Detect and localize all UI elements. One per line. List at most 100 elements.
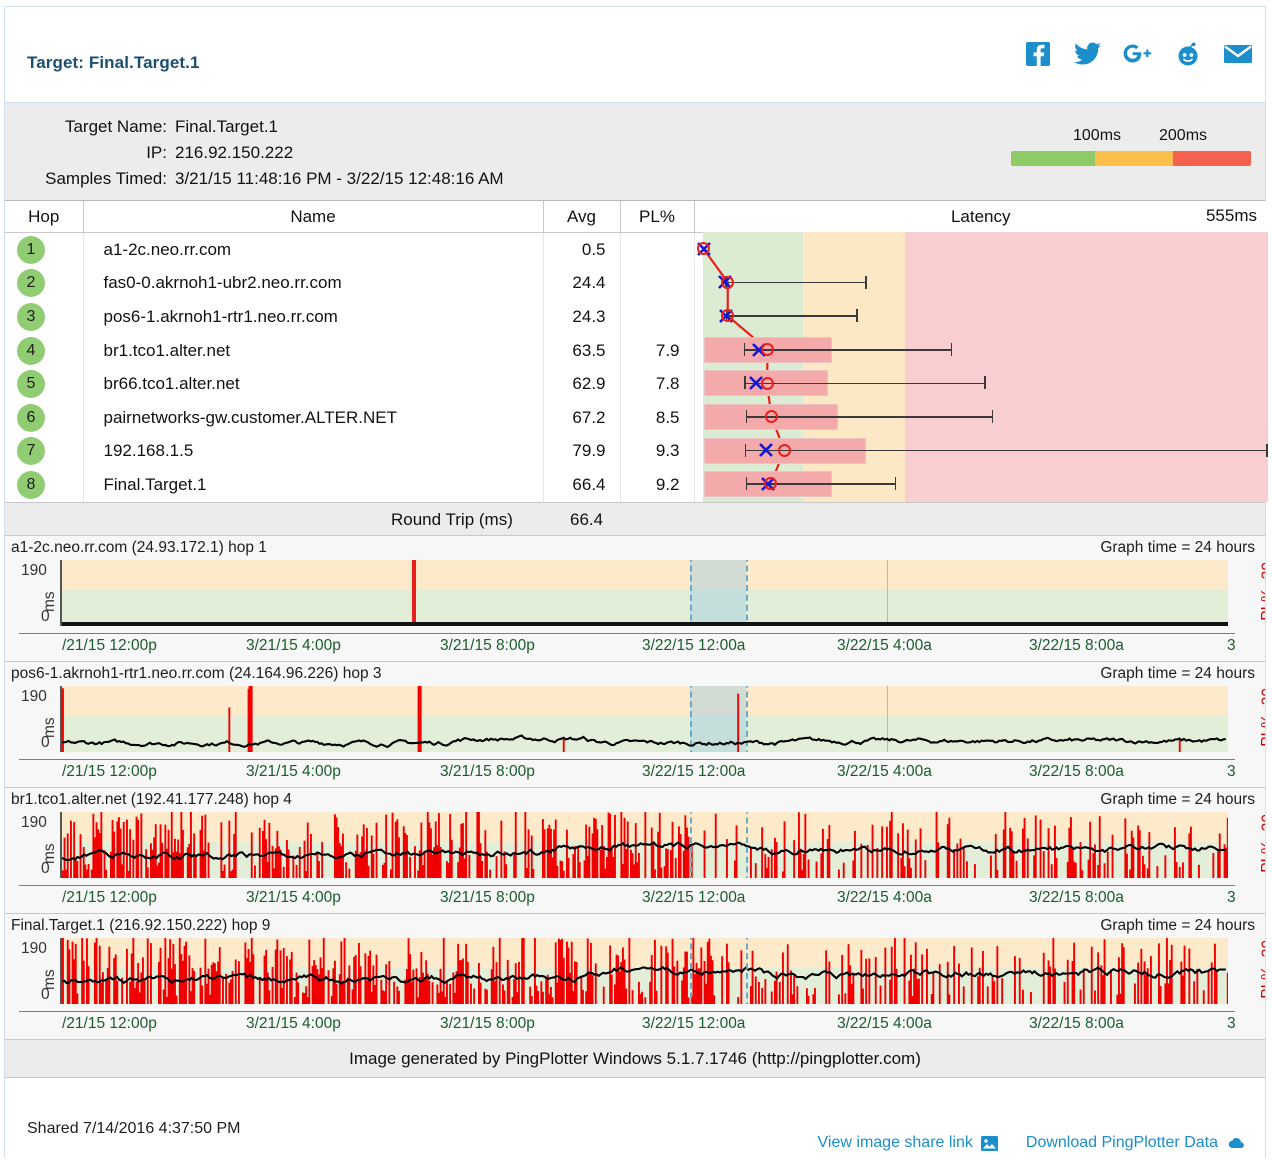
x-tick-label: 3/22/15 4:00a [837,889,932,907]
y-axis-min-label: 0 [41,734,50,752]
x-tick-label: /21/15 12:00p [62,637,157,655]
selection-edge-right[interactable] [746,938,748,1004]
footer: Shared 7/14/2016 4:37:50 PM View image s… [5,1078,1265,1158]
hop-cell: 8 [5,468,83,502]
target-name-label: Target Name: [15,117,167,137]
hop-pl-cell [620,300,694,334]
column-header-avg[interactable]: Avg [543,201,620,233]
x-axis-ticks: /21/15 12:00p 3/21/15 4:00p 3/21/15 8:00… [5,889,1265,911]
view-image-share-link-label: View image share link [818,1134,973,1152]
selection-edge-right[interactable] [746,812,748,878]
graph-plot-area [62,812,1228,878]
table-row[interactable]: 3 pos6-1.akrnoh1-rtr1.neo.rr.com 24.3 [5,300,1267,334]
hop-latency-cell [694,267,1267,301]
hop-pl-cell: 8.5 [620,401,694,435]
hop-latency-cell [694,334,1267,368]
timeline-graph-hop3[interactable]: pos6-1.akrnoh1-rtr1.neo.rr.com (24.164.9… [5,662,1265,788]
round-trip-row: Round Trip (ms) 66.4 [5,502,1265,536]
x-tick-label: 3/22/15 4:00a [837,637,932,655]
pl-axis-unit-label: PL% [1259,588,1265,621]
table-row[interactable]: 6 pairnetworks-gw.customer.ALTER.NET 67.… [5,401,1267,435]
table-row[interactable]: 1 a1-2c.neo.rr.com 0.5 [5,233,1267,267]
graph-series-svg [62,812,1228,878]
view-image-share-link[interactable]: View image share link [818,1134,998,1152]
hop-avg-cell: 79.9 [543,435,620,469]
x-tick-label: 3/21/15 8:00p [440,889,535,907]
table-row[interactable]: 7 192.168.1.5 79.9 9.3 [5,435,1267,469]
download-pingplotter-data-label: Download PingPlotter Data [1026,1134,1218,1152]
hop-cell: 6 [5,401,83,435]
pl-axis-max-label: 30 [1259,940,1265,957]
latency-scale-legend: 100ms 200ms [1011,127,1251,166]
graph-plot-area [62,686,1228,752]
hop-badge: 7 [17,437,45,465]
y-axis-max-label: 190 [21,562,47,580]
selection-edge-left[interactable] [690,938,692,1004]
hop-pl-cell: 7.9 [620,334,694,368]
table-row[interactable]: 4 br1.tco1.alter.net 63.5 7.9 [5,334,1267,368]
hop-pl-cell [620,267,694,301]
hop-cell: 2 [5,267,83,301]
column-header-pl[interactable]: PL% [620,201,694,233]
x-tick-label: 3/21/15 8:00p [440,763,535,781]
hop-badge: 2 [17,269,45,297]
image-icon [981,1136,998,1151]
round-trip-label: Round Trip (ms) [391,510,513,530]
x-tick-label: 3/21/15 4:00p [246,763,341,781]
hop-avg-cell: 63.5 [543,334,620,368]
timeline-graph-hop9[interactable]: Final.Target.1 (216.92.150.222) hop 9 Gr… [5,914,1265,1040]
column-header-latency[interactable]: Latency 555ms [694,201,1267,233]
twitter-icon[interactable] [1073,39,1103,69]
table-row[interactable]: 8 Final.Target.1 66.4 9.2 [5,468,1267,502]
x-tick-label: 3/22/15 12:00a [642,889,745,907]
title-bar: Target: Final.Target.1 [5,7,1265,103]
page-title: Target: Final.Target.1 [27,53,200,73]
shared-timestamp: Shared 7/14/2016 4:37:50 PM [27,1120,241,1138]
timeline-graph-hop4[interactable]: br1.tco1.alter.net (192.41.177.248) hop … [5,788,1265,914]
timeline-graph-hop1[interactable]: a1-2c.neo.rr.com (24.93.172.1) hop 1 Gra… [5,536,1265,662]
hop-latency-cell [694,435,1267,469]
hop-avg-cell: 0.5 [543,233,620,267]
table-row[interactable]: 5 br66.tco1.alter.net 62.9 7.8 [5,367,1267,401]
google-plus-icon[interactable] [1123,39,1153,69]
table-row[interactable]: 2 fas0-0.akrnoh1-ubr2.neo.rr.com 24.4 [5,267,1267,301]
hop-avg-cell: 66.4 [543,468,620,502]
column-header-name[interactable]: Name [83,201,543,233]
hop-name-cell: br1.tco1.alter.net [83,334,543,368]
graph-title: br1.tco1.alter.net (192.41.177.248) hop … [11,791,292,809]
column-header-hop[interactable]: Hop [5,201,83,233]
hop-table-body: 1 a1-2c.neo.rr.com 0.5 2 fas0-0.akrnoh1-… [5,233,1267,502]
reddit-icon[interactable] [1173,39,1203,69]
hop-name-cell: fas0-0.akrnoh1-ubr2.neo.rr.com [83,267,543,301]
graph-title: pos6-1.akrnoh1-rtr1.neo.rr.com (24.164.9… [11,665,382,683]
selection-edge-left[interactable] [690,812,692,878]
hop-name-cell: 192.168.1.5 [83,435,543,469]
graph-time-label: Graph time = 24 hours [1100,791,1255,809]
graph-series-svg [62,560,1228,626]
hop-avg-cell: 67.2 [543,401,620,435]
ip-label: IP: [15,143,167,163]
email-icon[interactable] [1223,39,1253,69]
graph-time-label: Graph time = 24 hours [1100,539,1255,557]
target-name-row: Target Name:Final.Target.1 [15,117,278,137]
x-tick-label: 3/21/15 8:00p [440,637,535,655]
x-tick-label: 3 [1227,1015,1236,1033]
hop-latency-cell [694,401,1267,435]
hop-cell: 5 [5,367,83,401]
x-tick-label: 3/22/15 4:00a [837,1015,932,1033]
graph-plot-area [62,560,1228,626]
x-tick-label: /21/15 12:00p [62,1015,157,1033]
facebook-icon[interactable] [1023,39,1053,69]
x-tick-label: 3/21/15 8:00p [440,1015,535,1033]
download-pingplotter-data-link[interactable]: Download PingPlotter Data [1026,1134,1245,1152]
graph-series-svg [62,686,1228,752]
legend-swatch-bad [1173,151,1251,166]
x-tick-label: 3 [1227,637,1236,655]
hop-name-cell: pairnetworks-gw.customer.ALTER.NET [83,401,543,435]
hop-table: Hop Name Avg PL% Latency 555ms 1 a1-2c.n… [5,201,1267,502]
x-axis-rule [19,759,1235,760]
hop-avg-cell: 62.9 [543,367,620,401]
x-tick-label: 3/22/15 8:00a [1029,889,1124,907]
hop-table-wrap: Hop Name Avg PL% Latency 555ms 1 a1-2c.n… [5,201,1265,502]
x-axis-rule [19,1011,1235,1012]
